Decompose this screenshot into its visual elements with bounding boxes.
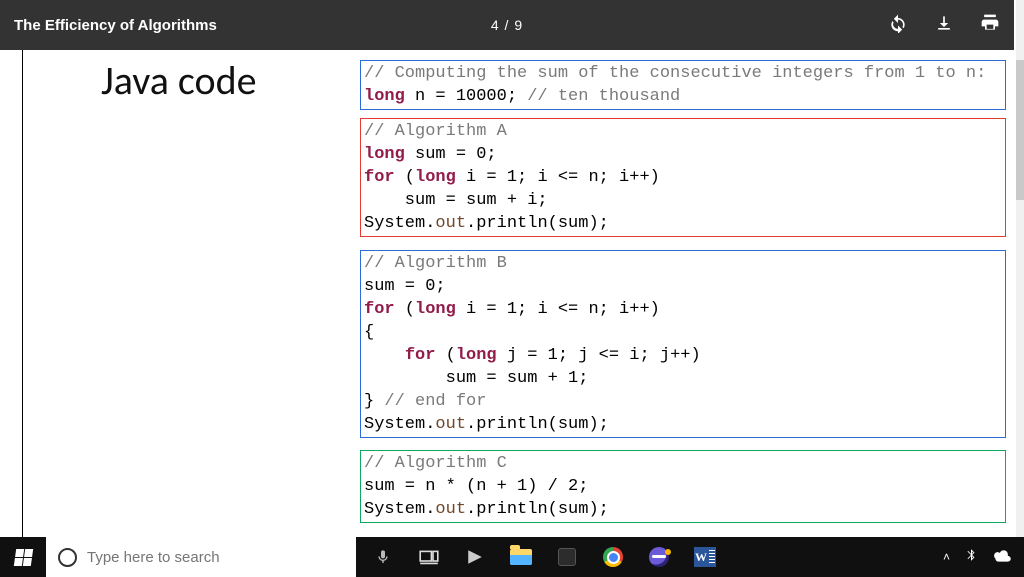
code-text: j = 1; j <= i; j++) <box>497 346 701 365</box>
code-keyword: long <box>364 145 405 164</box>
code-text: n = 10000; <box>405 87 527 106</box>
search-input[interactable] <box>87 538 337 576</box>
document-viewer-toolbar: The Efficiency of Algorithms 4 / 9 <box>0 0 1014 50</box>
page-indicator: 4 / 9 <box>491 17 523 33</box>
code-text: sum = sum + i; <box>364 191 548 210</box>
slide-content: Java code // Computing the sum of the co… <box>22 50 1014 537</box>
code-text: .println(sum); <box>466 500 609 519</box>
windows-logo-icon <box>13 549 32 566</box>
code-text: ( <box>395 300 415 319</box>
code-text: i = 1; i <= n; i++) <box>456 168 660 187</box>
start-button[interactable] <box>0 537 46 577</box>
code-keyword: long <box>364 87 405 106</box>
code-comment: // end for <box>384 392 486 411</box>
code-text: .println(sum); <box>466 415 609 434</box>
cloud-icon[interactable] <box>992 548 1012 567</box>
code-text: } <box>364 392 384 411</box>
code-text: i = 1; i <= n; i++) <box>456 300 660 319</box>
code-identifier: out <box>435 214 466 233</box>
code-text: sum = n * (n + 1) / 2; <box>364 477 588 496</box>
code-text: System. <box>364 500 435 519</box>
code-keyword: for <box>364 300 395 319</box>
scrollbar-thumb[interactable] <box>1016 60 1024 200</box>
code-text: System. <box>364 214 435 233</box>
code-identifier: out <box>435 500 466 519</box>
code-text: sum = 0; <box>405 145 497 164</box>
code-text: sum = 0; <box>364 277 446 296</box>
system-tray: ˄ <box>943 546 1024 569</box>
rotate-icon[interactable] <box>888 13 908 38</box>
word-icon[interactable]: W <box>682 537 728 577</box>
download-icon[interactable] <box>934 13 954 38</box>
document-title: The Efficiency of Algorithms <box>14 17 217 34</box>
task-view-icon[interactable] <box>406 537 452 577</box>
code-block-header: // Computing the sum of the consecutive … <box>360 60 1006 110</box>
word-letter: W <box>695 550 707 565</box>
code-block-algorithm-c: // Algorithm C sum = n * (n + 1) / 2; Sy… <box>360 450 1006 523</box>
code-text: .println(sum); <box>466 214 609 233</box>
code-comment: // Computing the sum of the consecutive … <box>364 64 986 83</box>
taskbar-search[interactable] <box>46 537 356 577</box>
code-text: { <box>364 323 374 342</box>
windows-taskbar: W ˄ <box>0 537 1024 577</box>
code-text: ( <box>395 168 415 187</box>
code-comment: // ten thousand <box>527 87 680 106</box>
bluetooth-icon[interactable] <box>964 546 978 569</box>
vertical-scrollbar[interactable] <box>1016 0 1024 537</box>
code-text <box>364 346 405 365</box>
eclipse-icon[interactable] <box>636 537 682 577</box>
mic-icon[interactable] <box>360 537 406 577</box>
code-comment: // Algorithm B <box>364 254 507 273</box>
code-keyword: for <box>405 346 436 365</box>
code-block-algorithm-b: // Algorithm B sum = 0; for (long i = 1;… <box>360 250 1006 438</box>
code-identifier: out <box>435 415 466 434</box>
code-text: System. <box>364 415 435 434</box>
slide-heading: Java code <box>101 56 257 105</box>
app-generic-1[interactable] <box>452 537 498 577</box>
viewer-actions <box>888 13 1000 38</box>
store-icon[interactable] <box>544 537 590 577</box>
code-keyword: for <box>364 168 395 187</box>
cortana-circle-icon <box>58 548 77 567</box>
code-comment: // Algorithm C <box>364 454 507 473</box>
tray-chevron-up-icon[interactable]: ˄ <box>943 550 950 564</box>
file-explorer-icon[interactable] <box>498 537 544 577</box>
code-keyword: long <box>456 346 497 365</box>
chrome-icon[interactable] <box>590 537 636 577</box>
code-keyword: long <box>415 168 456 187</box>
code-text: sum = sum + 1; <box>364 369 588 388</box>
taskbar-pinned-apps: W <box>360 537 728 577</box>
code-keyword: long <box>415 300 456 319</box>
code-comment: // Algorithm A <box>364 122 507 141</box>
code-text: ( <box>435 346 455 365</box>
print-icon[interactable] <box>980 13 1000 38</box>
code-block-algorithm-a: // Algorithm A long sum = 0; for (long i… <box>360 118 1006 237</box>
